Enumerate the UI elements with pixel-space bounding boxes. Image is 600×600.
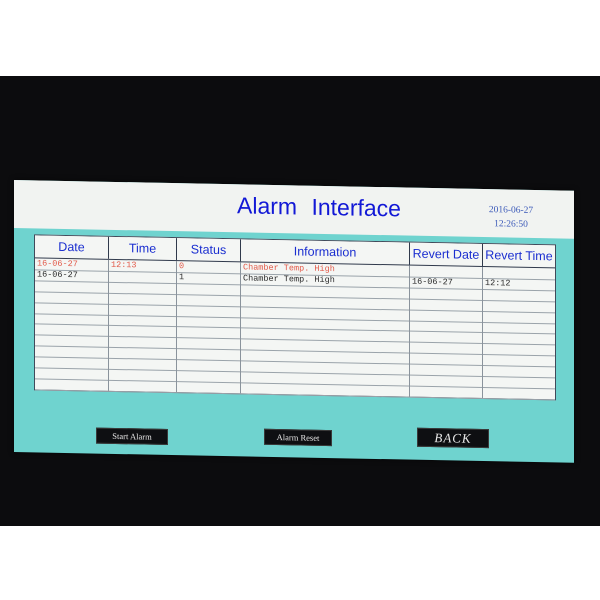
clock-display: 2016-06-27 12:26:50: [476, 203, 546, 232]
column-divider: [240, 262, 241, 394]
start-alarm-button[interactable]: Start Alarm: [96, 427, 168, 445]
revert-date-cell: [410, 266, 482, 277]
back-button[interactable]: BACK: [417, 427, 489, 449]
column-divider: [108, 259, 109, 391]
current-date: 2016-06-27: [488, 205, 534, 216]
column-header-revert-date: Revert Date: [410, 242, 483, 267]
device-logo: [268, 496, 338, 516]
column-header-information: Information: [241, 239, 410, 265]
status-cell: 0: [179, 261, 185, 272]
alarm-reset-button[interactable]: Alarm Reset: [264, 428, 332, 447]
current-time: 12:26:50: [494, 219, 528, 230]
page-title: Alarm Interface: [237, 192, 401, 222]
column-header-date: Date: [35, 235, 109, 259]
alarm-table-body[interactable]: 16-06-27 1 Chamber Temp. High 16-06-27 12:12…: [35, 258, 555, 401]
column-divider: [482, 266, 483, 399]
information-cell: Chamber Temp. High: [243, 262, 335, 275]
alarm-table: Date Time Status Information Revert Date…: [34, 234, 556, 401]
column-header-revert-time: Revert Time: [485, 248, 553, 264]
hmi-screen: Alarm Interface 2016-06-27 12:26:50 Date…: [14, 180, 574, 463]
time-cell: 12:13: [111, 259, 137, 271]
column-divider: [176, 261, 177, 393]
column-header-status: Status: [177, 238, 241, 262]
date-cell: 16-06-27: [37, 258, 78, 270]
column-header-time: Time: [109, 236, 177, 261]
revert-time-cell: [483, 267, 555, 278]
screen-header: Alarm Interface 2016-06-27 12:26:50: [14, 180, 574, 239]
column-divider: [409, 265, 410, 397]
